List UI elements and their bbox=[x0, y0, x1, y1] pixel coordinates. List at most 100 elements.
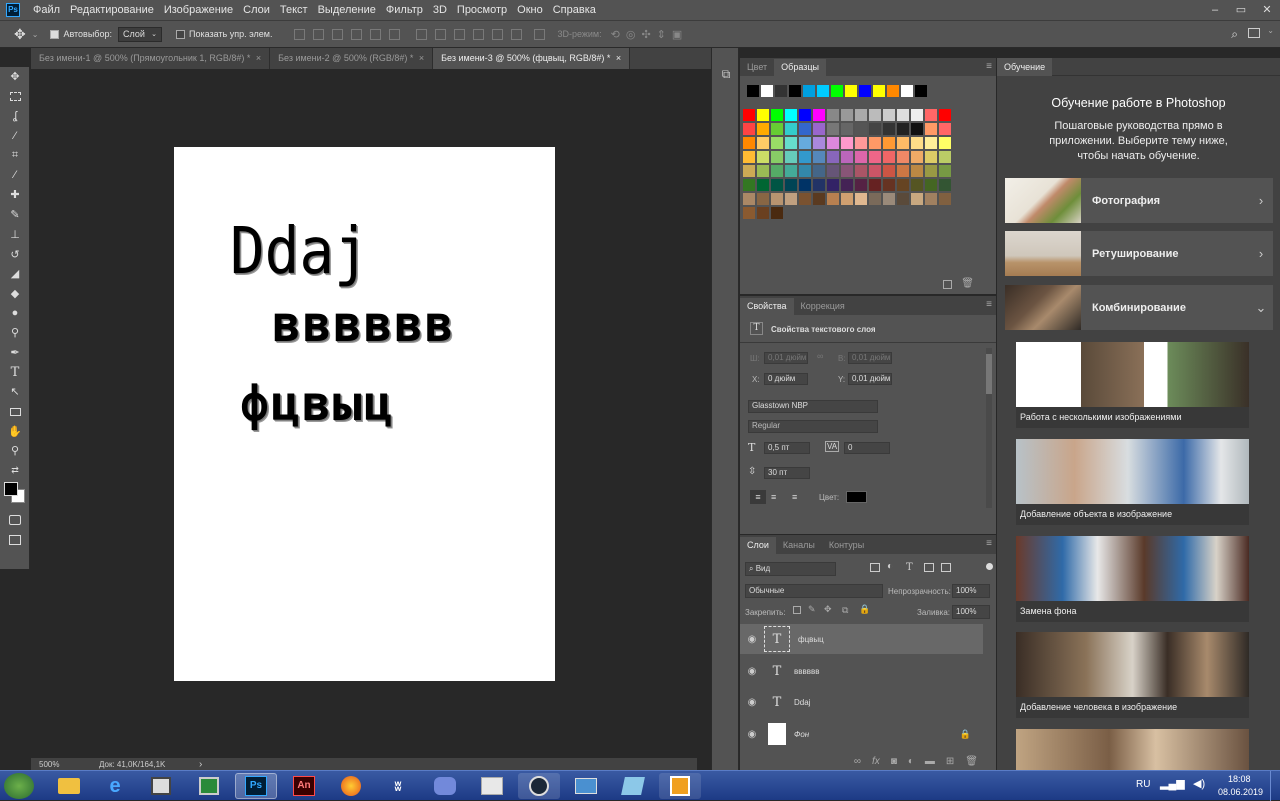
taskbar-ie-icon[interactable]: e bbox=[94, 773, 136, 799]
layer-name[interactable]: Ddaj bbox=[794, 698, 810, 707]
align-left-text-icon[interactable]: ≡ bbox=[750, 490, 766, 504]
color-swatch[interactable] bbox=[813, 137, 825, 149]
color-swatch[interactable] bbox=[831, 85, 843, 97]
layer-row-background[interactable]: ◉ Фон 🔒 bbox=[740, 719, 983, 749]
document-canvas[interactable]: Ddaj вввввв фцвыц bbox=[174, 147, 555, 681]
color-swatch[interactable] bbox=[743, 109, 755, 121]
color-swatch[interactable] bbox=[799, 179, 811, 191]
width-input[interactable]: 0,01 дюйм bbox=[764, 352, 808, 364]
foreground-color-swatch[interactable] bbox=[4, 482, 18, 497]
color-swatch[interactable] bbox=[883, 165, 895, 177]
color-swatch[interactable] bbox=[827, 137, 839, 149]
3d-slide-icon[interactable]: ⇕ bbox=[657, 28, 666, 41]
color-swatch[interactable] bbox=[841, 109, 853, 121]
auto-align-icon[interactable] bbox=[534, 28, 546, 40]
distribute-vcenter-icon[interactable] bbox=[435, 28, 447, 40]
color-swatch[interactable] bbox=[911, 165, 923, 177]
clone-stamp-tool-icon[interactable]: ⊥ bbox=[0, 225, 30, 245]
layer-name[interactable]: вввввв bbox=[794, 667, 820, 676]
color-swatch[interactable] bbox=[939, 165, 951, 177]
color-swatch[interactable] bbox=[855, 151, 867, 163]
filter-shape-icon[interactable] bbox=[924, 563, 934, 572]
visibility-eye-icon[interactable]: ◉ bbox=[740, 666, 764, 677]
color-swatch[interactable] bbox=[827, 193, 839, 205]
menu-3d[interactable]: 3D bbox=[428, 0, 452, 20]
tab-close-icon[interactable]: × bbox=[419, 53, 424, 63]
link-layers-icon[interactable]: ∞ bbox=[854, 756, 861, 767]
color-swatch[interactable] bbox=[855, 179, 867, 191]
align-vcenter-icon[interactable] bbox=[313, 28, 325, 40]
color-swatch[interactable] bbox=[757, 179, 769, 191]
color-swatch[interactable] bbox=[799, 137, 811, 149]
taskbar-image-viewer-icon[interactable] bbox=[565, 773, 607, 799]
tab-paths[interactable]: Контуры bbox=[822, 537, 871, 554]
taskbar-discord-icon[interactable] bbox=[424, 773, 466, 799]
panel-menu-icon[interactable]: ≡ bbox=[986, 61, 992, 72]
tutorial-add-person[interactable]: Добавление человека в изображение bbox=[1016, 632, 1249, 718]
new-group-icon[interactable]: ▬ bbox=[925, 756, 935, 767]
layer-row-ddaj[interactable]: ◉ T Ddaj bbox=[740, 687, 983, 717]
align-top-icon[interactable] bbox=[294, 28, 306, 40]
lock-all-icon[interactable]: 🔒 bbox=[859, 604, 870, 615]
color-swatch[interactable] bbox=[771, 165, 783, 177]
color-swatch[interactable] bbox=[925, 137, 937, 149]
path-selection-tool-icon[interactable]: ↖ bbox=[0, 382, 30, 402]
show-desktop-button[interactable] bbox=[1270, 771, 1280, 801]
menu-file[interactable]: Файл bbox=[28, 0, 65, 20]
dodge-tool-icon[interactable]: ⚲ bbox=[0, 323, 30, 343]
tab-color[interactable]: Цвет bbox=[740, 59, 774, 76]
color-swatch[interactable] bbox=[883, 137, 895, 149]
canvas-text-bbbbbb[interactable]: вввввв bbox=[272, 297, 455, 351]
color-swatch[interactable] bbox=[799, 165, 811, 177]
menu-view[interactable]: Просмотр bbox=[452, 0, 512, 20]
tab-close-icon[interactable]: × bbox=[256, 53, 261, 63]
filter-toggle-icon[interactable] bbox=[986, 563, 993, 570]
menu-help[interactable]: Справка bbox=[548, 0, 601, 20]
taskbar-photoshop-icon[interactable]: Ps bbox=[235, 773, 277, 799]
eraser-tool-icon[interactable]: ◢ bbox=[0, 264, 30, 284]
history-panel-icon[interactable]: ⧉ bbox=[712, 48, 740, 81]
color-swatch[interactable] bbox=[845, 85, 857, 97]
lasso-tool-icon[interactable]: ʆ bbox=[0, 106, 30, 126]
color-swatch[interactable] bbox=[757, 193, 769, 205]
align-hcenter-icon[interactable] bbox=[370, 28, 382, 40]
color-swatch[interactable] bbox=[757, 165, 769, 177]
text-color-swatch[interactable] bbox=[846, 491, 867, 503]
layer-filter-dropdown[interactable]: ⌕ Вид bbox=[745, 562, 836, 576]
color-swatch[interactable] bbox=[785, 109, 797, 121]
minimize-button[interactable]: – bbox=[1202, 0, 1228, 20]
close-window-button[interactable]: ✕ bbox=[1254, 0, 1280, 20]
3d-roll-icon[interactable]: ◎ bbox=[626, 28, 636, 41]
color-swatch[interactable] bbox=[855, 123, 867, 135]
y-input[interactable]: 0,01 дюйм bbox=[848, 373, 892, 385]
color-swatch[interactable] bbox=[855, 165, 867, 177]
color-swatch[interactable] bbox=[897, 193, 909, 205]
color-swatch[interactable] bbox=[911, 193, 923, 205]
taskbar-sticky-icon[interactable] bbox=[659, 773, 701, 799]
visibility-eye-icon[interactable]: ◉ bbox=[740, 729, 764, 740]
color-swatch[interactable] bbox=[869, 109, 881, 121]
screen-mode-icon[interactable] bbox=[0, 530, 30, 550]
color-swatch[interactable] bbox=[883, 151, 895, 163]
taskbar-task-manager-icon[interactable] bbox=[188, 773, 230, 799]
color-swatch[interactable] bbox=[869, 193, 881, 205]
height-input[interactable]: 0,01 дюйм bbox=[848, 352, 892, 364]
color-swatch[interactable] bbox=[901, 85, 913, 97]
color-swatch[interactable] bbox=[813, 165, 825, 177]
color-swatch[interactable] bbox=[873, 85, 885, 97]
maximize-button[interactable]: ▭ bbox=[1228, 0, 1254, 20]
layer-name[interactable]: Фон bbox=[794, 730, 809, 739]
color-swatch[interactable] bbox=[757, 109, 769, 121]
color-swatch[interactable] bbox=[869, 151, 881, 163]
color-swatch[interactable] bbox=[925, 165, 937, 177]
volume-icon[interactable]: ◀) bbox=[1193, 777, 1205, 790]
3d-pan-icon[interactable]: ✣ bbox=[641, 28, 650, 41]
color-swatch[interactable] bbox=[883, 193, 895, 205]
color-swatch[interactable] bbox=[897, 123, 909, 135]
move-tool-icon[interactable]: ✥ bbox=[14, 26, 26, 43]
color-swatch[interactable] bbox=[813, 109, 825, 121]
distribute-bottom-icon[interactable] bbox=[454, 28, 466, 40]
quick-mask-icon[interactable] bbox=[0, 510, 30, 530]
color-swatch[interactable] bbox=[789, 85, 801, 97]
color-swatch[interactable] bbox=[911, 151, 923, 163]
